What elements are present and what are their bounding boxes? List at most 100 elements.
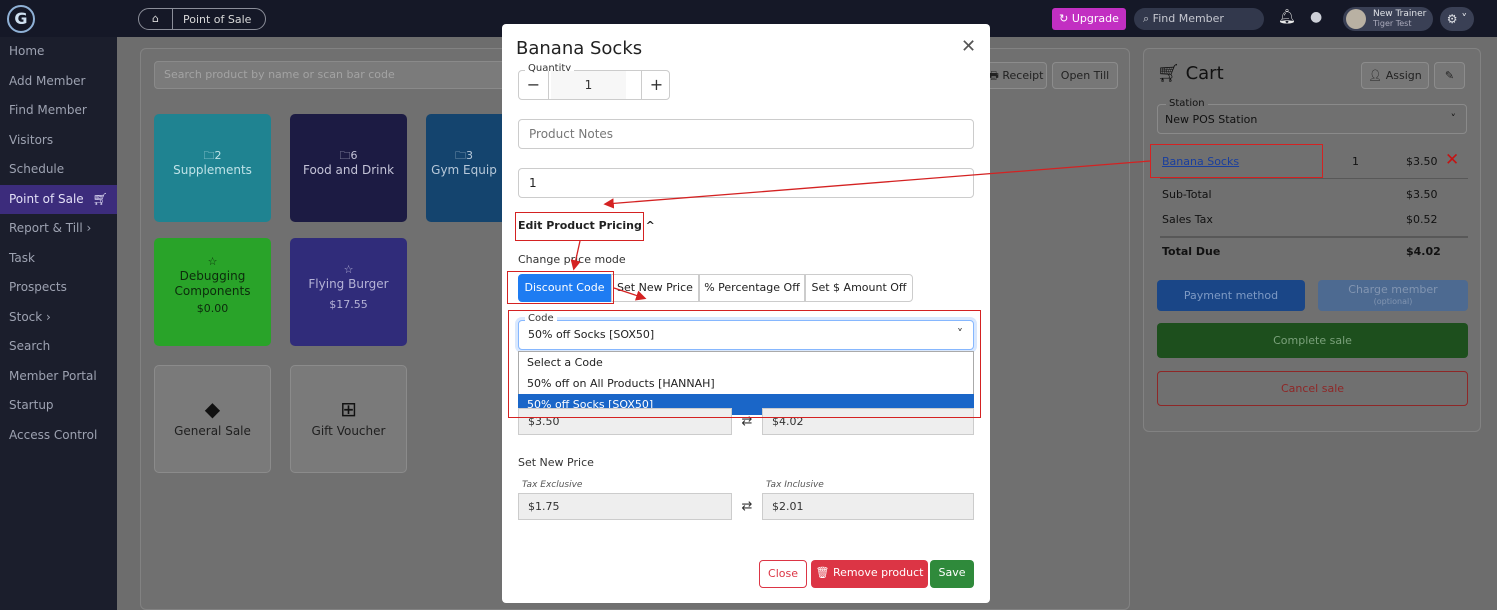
quantity-input[interactable]: 1 <box>551 71 626 99</box>
new-price-excl-input[interactable]: $1.75 <box>518 493 732 520</box>
sales-tax-value: $0.52 <box>1406 213 1438 226</box>
open-till-button[interactable]: Open Till <box>1052 62 1118 89</box>
product-search-input[interactable]: Search product by name or scan bar code <box>154 61 534 89</box>
folder-icon: 🗀3 <box>455 149 473 162</box>
find-member-input[interactable]: ⌕ Find Member <box>1134 8 1264 30</box>
station-select[interactable]: Station New POS Station ˅ <box>1157 98 1467 134</box>
station-label: Station <box>1166 98 1208 109</box>
assign-button[interactable]: 👤︎ Assign <box>1361 62 1429 89</box>
bell-icon[interactable]: 🔔︎ <box>1278 9 1296 25</box>
total-due-value: $4.02 <box>1406 245 1441 258</box>
remove-product-button[interactable]: 🗑︎ Remove product <box>811 560 928 588</box>
tile-supplements[interactable]: 🗀2 Supplements <box>154 114 271 222</box>
avatar <box>1346 9 1366 29</box>
cart-icon: 🛒︎ <box>92 191 108 206</box>
gift-icon: ⊞ <box>340 397 357 421</box>
change-price-mode-label: Change price mode <box>518 253 626 266</box>
sidebar-item-home[interactable]: Home <box>0 37 117 67</box>
chevron-down-icon: ˅ <box>1450 112 1457 125</box>
tile-label: Flying Burger <box>308 277 389 291</box>
tile-label: Supplements <box>173 163 252 177</box>
value-input[interactable]: 1 <box>518 168 974 198</box>
modal-title: Banana Socks <box>516 38 643 59</box>
sidebar-item-point-of-sale[interactable]: Point of Sale 🛒︎ <box>0 184 117 214</box>
home-icon[interactable]: ⌂ <box>139 9 173 29</box>
tile-gift-voucher[interactable]: ⊞ Gift Voucher <box>290 365 407 473</box>
sales-tax-label: Sales Tax <box>1162 213 1213 226</box>
tile-flying-burger[interactable]: ☆ Flying Burger $17.55 <box>290 238 407 346</box>
edit-icon[interactable]: ✎ <box>1434 62 1465 89</box>
chat-icon[interactable]: ● <box>1310 9 1322 25</box>
divider <box>1160 236 1468 238</box>
charge-member-label: Charge member <box>1348 283 1438 296</box>
tile-label: Food and Drink <box>302 163 395 177</box>
quantity-stepper: Quantity − 1 + <box>518 63 671 100</box>
sidebar-item-visitors[interactable]: Visitors <box>0 126 117 156</box>
complete-sale-button[interactable]: Complete sale <box>1157 323 1468 358</box>
user-menu[interactable]: New Trainer Tiger Test <box>1343 7 1433 31</box>
sidebar-item-startup[interactable]: Startup <box>0 391 117 421</box>
close-button[interactable]: Close <box>759 560 807 588</box>
remove-item-icon[interactable]: ✕ <box>1445 150 1459 170</box>
save-button[interactable]: Save <box>930 560 974 588</box>
sidebar: Home Add Member Find Member Visitors Sch… <box>0 37 117 610</box>
sidebar-item-access-control[interactable]: Access Control <box>0 421 117 451</box>
tile-food-and-drink[interactable]: 🗀6 Food and Drink <box>290 114 407 222</box>
annotation-box-edit-pricing <box>515 212 644 241</box>
cart-title: 🛒︎ Cart <box>1157 63 1224 84</box>
sidebar-item-search[interactable]: Search <box>0 332 117 362</box>
tax-exclusive-label: Tax Exclusive <box>522 480 583 490</box>
close-icon[interactable]: ✕ <box>961 36 976 57</box>
sidebar-item-label: Point of Sale <box>9 191 84 206</box>
mode-set-new-price[interactable]: Set New Price <box>611 274 699 302</box>
subtotal-label: Sub-Total <box>1162 188 1212 201</box>
minus-button[interactable]: − <box>519 71 549 99</box>
tile-price: $0.00 <box>196 302 229 315</box>
set-new-price-heading: Set New Price <box>518 456 594 469</box>
sidebar-item-prospects[interactable]: Prospects <box>0 273 117 303</box>
tile-gym-equipment[interactable]: 🗀3 Gym Equip <box>426 114 502 222</box>
sidebar-item-task[interactable]: Task <box>0 244 117 274</box>
cancel-sale-button[interactable]: Cancel sale <box>1157 371 1468 406</box>
upgrade-button[interactable]: ↻ Upgrade <box>1052 8 1126 30</box>
gear-icon[interactable]: ⚙ ˅ <box>1440 7 1474 31</box>
sidebar-item-report-till[interactable]: Report & Till › <box>0 214 117 244</box>
sidebar-item-schedule[interactable]: Schedule <box>0 155 117 185</box>
star-icon: ☆ <box>343 263 354 276</box>
sidebar-item-add-member[interactable]: Add Member <box>0 67 117 97</box>
charge-member-sub: (optional) <box>1373 297 1413 306</box>
divider <box>1160 178 1468 179</box>
tile-label: Debugging Components <box>174 269 251 298</box>
tile-label: Gym Equip <box>431 163 497 177</box>
folder-icon: 🗀6 <box>339 149 358 162</box>
user-name: New Trainer <box>1373 9 1427 19</box>
tile-general-sale[interactable]: ◆ General Sale <box>154 365 271 473</box>
swap-icon[interactable]: ⇄ <box>732 493 762 520</box>
charge-member-button[interactable]: Charge member (optional) <box>1318 280 1468 311</box>
station-value: New POS Station <box>1165 113 1258 126</box>
folder-icon: 🗀2 <box>203 149 222 162</box>
product-notes-input[interactable]: Product Notes <box>518 119 974 149</box>
new-price-incl-input[interactable]: $2.01 <box>762 493 974 520</box>
receipt-button[interactable]: 🖶 Receipt <box>985 62 1047 89</box>
mode-amount-off[interactable]: Set $ Amount Off <box>805 274 913 302</box>
annotation-box-cart-item <box>1150 144 1323 178</box>
user-subtitle: Tiger Test <box>1373 19 1412 28</box>
tile-label: General Sale <box>174 424 251 438</box>
subtotal-value: $3.50 <box>1406 188 1438 201</box>
annotation-box-code-dropdown <box>508 310 981 418</box>
tile-label: Gift Voucher <box>311 424 386 438</box>
mode-percentage-off[interactable]: % Percentage Off <box>699 274 805 302</box>
tile-debugging-components[interactable]: ☆ Debugging Components $0.00 <box>154 238 271 346</box>
payment-method-button[interactable]: Payment method <box>1157 280 1305 311</box>
sidebar-item-find-member[interactable]: Find Member <box>0 96 117 126</box>
tag-icon: ◆ <box>204 397 221 421</box>
sidebar-item-member-portal[interactable]: Member Portal <box>0 362 117 392</box>
total-due-label: Total Due <box>1162 245 1221 258</box>
plus-button[interactable]: + <box>641 71 671 99</box>
cart-item-price: $3.50 <box>1406 155 1438 168</box>
breadcrumb: ⌂ Point of Sale <box>138 8 267 30</box>
sidebar-item-stock[interactable]: Stock › <box>0 303 117 333</box>
breadcrumb-point-of-sale[interactable]: Point of Sale <box>173 13 265 26</box>
app-logo[interactable]: G <box>7 5 35 33</box>
